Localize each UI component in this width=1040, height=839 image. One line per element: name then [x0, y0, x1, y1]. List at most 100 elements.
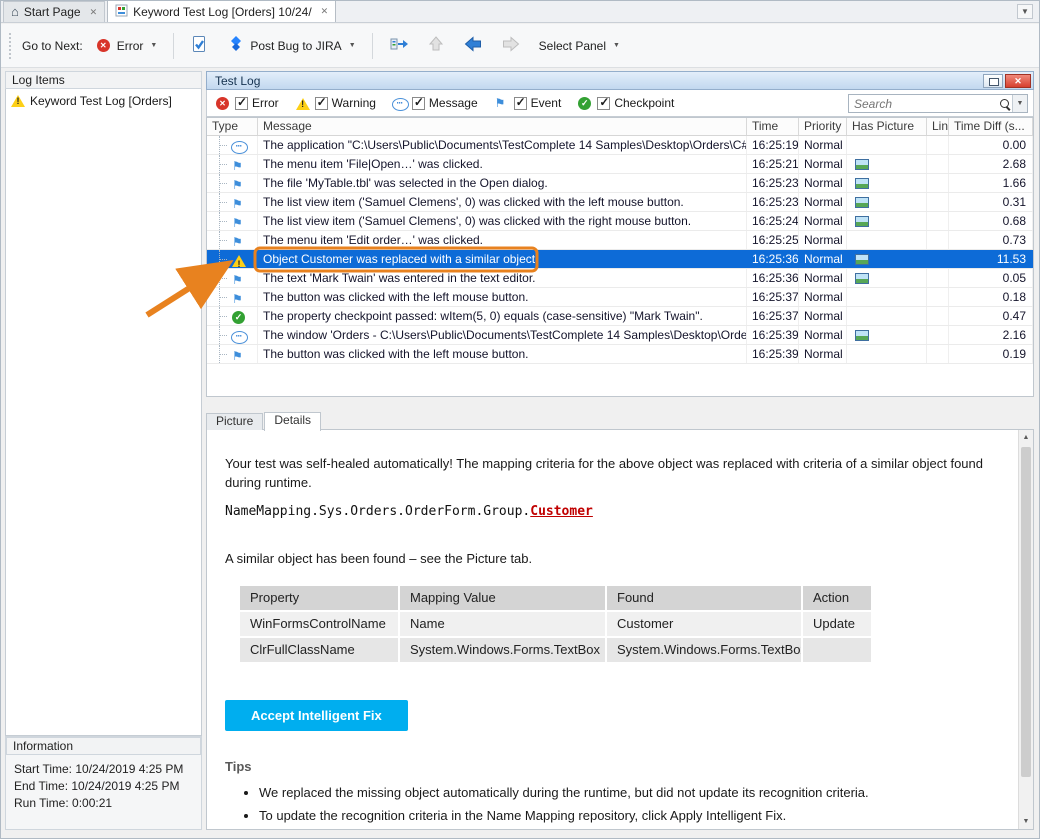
mapping-cell: System.Windows.Forms.TextBox [400, 638, 607, 664]
filter-message[interactable]: Message [392, 96, 478, 111]
go-to-next-error-dropdown[interactable]: Error ▼ [89, 33, 165, 58]
mapping-column-header: Property [240, 586, 400, 612]
back-button[interactable] [456, 30, 490, 61]
picture-icon[interactable] [855, 216, 869, 227]
go-to-parent-button[interactable] [420, 30, 452, 61]
filter-event[interactable]: Event [494, 96, 562, 111]
log-row[interactable]: The file 'MyTable.tbl' was selected in t… [207, 174, 1033, 193]
picture-icon[interactable] [855, 273, 869, 284]
column-header[interactable]: Time Diff (s... [949, 118, 1033, 135]
accept-intelligent-fix-button[interactable]: Accept Intelligent Fix [225, 700, 408, 731]
picture-icon[interactable] [855, 178, 869, 189]
scroll-down-icon[interactable]: ▼ [1019, 814, 1033, 829]
log-row[interactable]: The application "C:\Users\Public\Documen… [207, 136, 1033, 155]
post-bug-to-jira-button[interactable]: Post Bug to JIRA ▼ [220, 30, 362, 61]
log-table: TypeMessageTimePriorityHas PictureLinkTi… [206, 117, 1034, 397]
message-checkbox[interactable] [412, 97, 425, 110]
jira-icon [227, 35, 245, 56]
log-link [927, 212, 949, 230]
log-message: The button was clicked with the left mou… [258, 345, 747, 363]
tree-item-keyword-test-log[interactable]: Keyword Test Log [Orders] [8, 92, 199, 109]
log-row[interactable]: The list view item ('Samuel Clemens', 0)… [207, 212, 1033, 231]
log-row[interactable]: The button was clicked with the left mou… [207, 345, 1033, 364]
mapping-table-header: PropertyMapping ValueFoundAction [240, 586, 873, 612]
start-time-text: Start Time: 10/24/2019 4:25 PM [14, 761, 193, 778]
mapping-column-header: Action [803, 586, 873, 612]
log-has-picture [847, 326, 927, 344]
event-checkbox[interactable] [514, 97, 527, 110]
log-row[interactable]: The window 'Orders - C:\Users\Public\Doc… [207, 326, 1033, 345]
picture-icon[interactable] [855, 197, 869, 208]
picture-icon[interactable] [855, 330, 869, 341]
tab-list-dropdown[interactable]: ▼ [1017, 4, 1033, 19]
log-row[interactable]: The menu item 'File|Open…' was clicked.1… [207, 155, 1033, 174]
log-time: 16:25:23 [747, 193, 799, 211]
log-priority: Normal [799, 193, 847, 211]
log-priority: Normal [799, 307, 847, 325]
checkpoint-icon [577, 96, 593, 111]
log-row[interactable]: The menu item 'Edit order…' was clicked.… [207, 231, 1033, 250]
log-row[interactable]: The list view item ('Samuel Clemens', 0)… [207, 193, 1033, 212]
log-row[interactable]: The button was clicked with the left mou… [207, 288, 1033, 307]
log-items-tree: Keyword Test Log [Orders] [5, 89, 202, 736]
close-tab-icon[interactable]: ✕ [321, 6, 329, 17]
filter-checkpoint[interactable]: Checkpoint [577, 96, 674, 111]
column-header[interactable]: Has Picture [847, 118, 927, 135]
scrollbar-thumb[interactable] [1021, 447, 1031, 777]
test-log-panel: Test Log ✕ ErrorWarningMessageEventCheck… [206, 71, 1034, 830]
picture-icon[interactable] [855, 159, 869, 170]
log-has-picture [847, 288, 927, 306]
column-header[interactable]: Message [258, 118, 747, 135]
filter-error[interactable]: Error [215, 96, 279, 111]
scroll-up-icon[interactable]: ▲ [1019, 430, 1033, 445]
column-header[interactable]: Type [207, 118, 258, 135]
forward-button[interactable] [494, 30, 528, 61]
log-priority: Normal [799, 269, 847, 287]
tab-start-page[interactable]: ⌂ Start Page ✕ [3, 1, 105, 22]
column-header[interactable]: Priority [799, 118, 847, 135]
details-scrollbar[interactable]: ▲ ▼ [1018, 430, 1033, 829]
log-priority: Normal [799, 250, 847, 268]
details-tab-picture[interactable]: Picture [206, 413, 263, 430]
log-link [927, 288, 949, 306]
event-icon [231, 215, 247, 230]
log-row[interactable]: Object Customer was replaced with a simi… [207, 250, 1033, 269]
event-icon [231, 348, 247, 363]
picture-icon[interactable] [855, 254, 869, 265]
log-priority: Normal [799, 345, 847, 363]
document-check-button[interactable] [183, 30, 216, 62]
search-input[interactable] [849, 97, 998, 111]
search-dropdown[interactable]: ▼ [1012, 95, 1027, 112]
log-link [927, 136, 949, 154]
message-icon [392, 96, 408, 111]
float-panel-button[interactable] [983, 74, 1003, 88]
warning-checkbox[interactable] [315, 97, 328, 110]
log-time-diff: 0.47 [949, 307, 1033, 325]
event-icon [231, 234, 247, 249]
log-row[interactable]: The text 'Mark Twain' was entered in the… [207, 269, 1033, 288]
event-icon [231, 291, 247, 306]
log-row[interactable]: The property checkpoint passed: wItem(5,… [207, 307, 1033, 326]
close-tab-icon[interactable]: ✕ [90, 7, 98, 18]
log-has-picture [847, 345, 927, 363]
details-tab-details[interactable]: Details [264, 412, 321, 431]
mapping-row: WinFormsControlNameNameCustomerUpdate [240, 612, 873, 638]
home-icon: ⌂ [11, 6, 19, 18]
process-arrows-button[interactable] [382, 30, 416, 61]
error-checkbox[interactable] [235, 97, 248, 110]
mapping-column-header: Found [607, 586, 803, 612]
testcomplete-log-window: ⌂ Start Page ✕ Keyword Test Log [Orders]… [0, 0, 1040, 839]
column-header[interactable]: Link [927, 118, 949, 135]
log-message: The menu item 'Edit order…' was clicked. [258, 231, 747, 249]
column-header[interactable]: Time [747, 118, 799, 135]
log-time-diff: 0.73 [949, 231, 1033, 249]
checkpoint-checkbox[interactable] [597, 97, 610, 110]
filter-warning[interactable]: Warning [295, 96, 376, 111]
close-panel-button[interactable]: ✕ [1005, 74, 1031, 88]
error-icon [215, 96, 231, 111]
log-time-diff: 0.18 [949, 288, 1033, 306]
tab-keyword-test-log[interactable]: Keyword Test Log [Orders] 10/24/ ✕ [107, 0, 336, 22]
search-icon[interactable] [998, 97, 1012, 111]
select-panel-dropdown[interactable]: Select Panel ▼ [532, 34, 627, 58]
information-panel: Information Start Time: 10/24/2019 4:25 … [5, 736, 202, 830]
